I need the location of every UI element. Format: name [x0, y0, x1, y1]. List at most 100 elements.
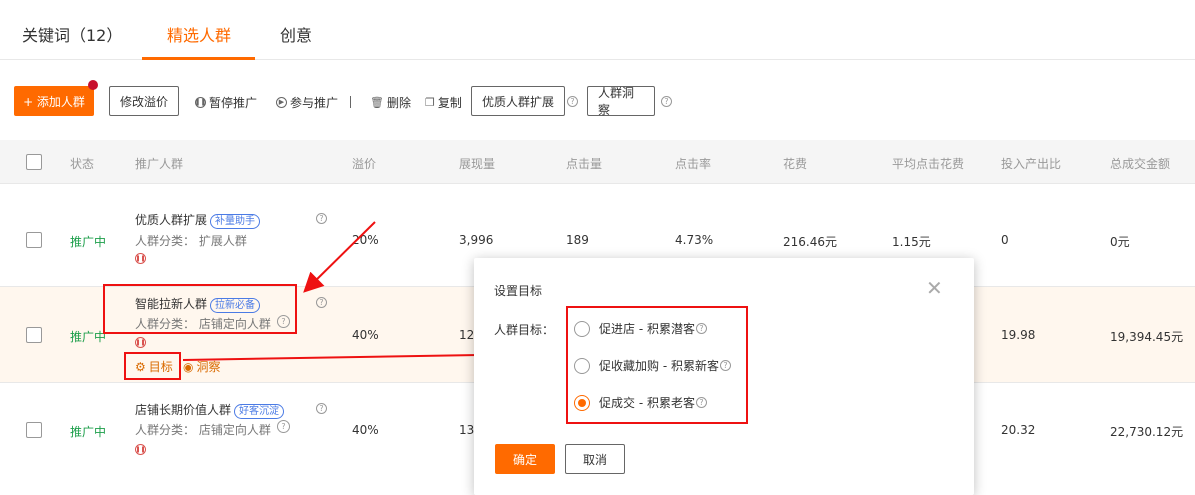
- radio-button-selected[interactable]: [574, 394, 590, 411]
- help-icon[interactable]: ?: [567, 96, 578, 107]
- join-button[interactable]: ▶ 参与推广: [276, 94, 338, 111]
- audience-insight-button[interactable]: 人群洞察: [587, 86, 655, 117]
- set-target-dialog: 设置目标 ✕ 人群目标： 促进店 - 积累潜客 ? 促收藏加购 - 积累新客 ?…: [474, 258, 974, 495]
- help-icon[interactable]: ?: [316, 213, 327, 224]
- delete-button[interactable]: 🗑 删除: [370, 94, 411, 111]
- target-link[interactable]: ⚙ 目标: [135, 358, 173, 375]
- toolbar-divider: [350, 96, 351, 108]
- tab-creative[interactable]: 创意: [280, 22, 312, 46]
- help-icon[interactable]: ?: [277, 420, 290, 433]
- insight-label: 洞察: [196, 360, 221, 374]
- modify-premium-button[interactable]: 修改溢价: [109, 86, 179, 116]
- help-icon[interactable]: ?: [695, 397, 707, 408]
- col-status: 状态: [70, 157, 95, 171]
- notification-dot: [88, 80, 98, 90]
- premium-value: 40%: [352, 328, 379, 342]
- roi-value: 0: [1001, 233, 1009, 247]
- insight-link[interactable]: ◉ 洞察: [183, 358, 221, 375]
- tab-bar: 关键词（12） 精选人群 创意: [0, 0, 1195, 60]
- play-icon: ▶: [276, 97, 287, 108]
- audience-tag: 拉新必备: [210, 298, 261, 313]
- cpc-value: 1.15元: [892, 235, 931, 249]
- radio-button[interactable]: [574, 357, 590, 374]
- option-label: 促成交 - 积累老客: [599, 396, 695, 410]
- status-badge: 推广中: [70, 235, 107, 249]
- help-icon[interactable]: ?: [277, 315, 290, 328]
- help-icon[interactable]: ?: [316, 297, 327, 308]
- tab-selected-audience[interactable]: 精选人群: [167, 22, 231, 46]
- cost-value: 216.46元: [783, 235, 837, 249]
- option-label: 促进店 - 积累潜客: [599, 322, 695, 336]
- tab-keywords[interactable]: 关键词（12）: [22, 22, 122, 46]
- gear-icon: ⚙: [135, 359, 146, 374]
- pause-icon[interactable]: ❚❚: [135, 444, 146, 455]
- table-header: 状态 推广人群 溢价 展现量 点击量 点击率 花费 平均点击花费 投入产出比 总…: [0, 140, 1195, 184]
- premium-value: 20%: [352, 233, 379, 247]
- trash-icon: 🗑: [370, 96, 384, 109]
- audience-name-cell: 优质人群扩展 补量助手: [135, 211, 261, 229]
- option-label: 促收藏加购 - 积累新客: [599, 359, 719, 373]
- cancel-button[interactable]: 取消: [565, 444, 625, 474]
- eye-icon: ◉: [183, 359, 194, 374]
- close-icon[interactable]: ✕: [926, 276, 943, 300]
- audience-name[interactable]: 店铺长期价值人群: [135, 403, 231, 417]
- status-badge: 推广中: [70, 330, 107, 344]
- audience-name[interactable]: 智能拉新人群: [135, 297, 207, 311]
- ctr-value: 4.73%: [675, 233, 714, 247]
- dialog-title: 设置目标: [494, 284, 543, 298]
- audience-category: 人群分类： 扩展人群: [135, 234, 247, 248]
- help-icon[interactable]: ?: [316, 403, 327, 414]
- target-option-favorite[interactable]: 促收藏加购 - 积累新客 ?: [574, 357, 731, 374]
- pause-icon: ❚❚: [194, 97, 207, 108]
- gmv-value: 19,394.45元: [1110, 330, 1184, 344]
- help-icon[interactable]: ?: [719, 360, 731, 371]
- impressions-value: 3,996: [459, 233, 494, 247]
- pause-icon[interactable]: ❚❚: [135, 337, 146, 348]
- col-premium: 溢价: [352, 157, 377, 171]
- help-icon[interactable]: ?: [661, 96, 672, 107]
- col-cpc: 平均点击花费: [892, 157, 965, 171]
- audience-name[interactable]: 优质人群扩展: [135, 213, 207, 227]
- copy-icon: ❐: [425, 96, 435, 109]
- target-option-store[interactable]: 促进店 - 积累潜客 ?: [574, 320, 707, 337]
- roi-value: 20.32: [1001, 423, 1036, 437]
- row-checkbox[interactable]: [26, 232, 42, 248]
- confirm-button[interactable]: 确定: [495, 444, 555, 474]
- quality-expand-button[interactable]: 优质人群扩展: [471, 86, 565, 116]
- delete-label: 删除: [386, 96, 411, 110]
- pause-icon[interactable]: ❚❚: [135, 253, 146, 264]
- col-clicks: 点击量: [566, 157, 603, 171]
- help-icon[interactable]: ?: [695, 323, 707, 334]
- add-audience-button[interactable]: + 添加人群: [14, 86, 94, 116]
- copy-button[interactable]: ❐ 复制: [425, 94, 462, 111]
- active-tab-indicator: [142, 57, 255, 60]
- audience-category: 人群分类： 店铺定向人群: [135, 317, 271, 331]
- clicks-value: 189: [566, 233, 589, 247]
- target-field-label: 人群目标：: [494, 323, 555, 337]
- radio-button[interactable]: [574, 320, 590, 337]
- target-label: 目标: [148, 360, 173, 374]
- col-cost: 花费: [783, 157, 808, 171]
- col-roi: 投入产出比: [1001, 157, 1062, 171]
- status-badge: 推广中: [70, 425, 107, 439]
- audience-category: 人群分类： 店铺定向人群: [135, 423, 271, 437]
- select-all-checkbox[interactable]: [26, 154, 42, 170]
- col-impressions: 展现量: [459, 157, 496, 171]
- target-option-purchase[interactable]: 促成交 - 积累老客 ?: [574, 394, 707, 411]
- pause-label: 暂停推广: [209, 96, 258, 110]
- col-ctr: 点击率: [675, 157, 712, 171]
- gmv-value: 0元: [1110, 235, 1130, 249]
- row-checkbox[interactable]: [26, 327, 42, 343]
- gmv-value: 22,730.12元: [1110, 425, 1184, 439]
- audience-tag: 好客沉淀: [234, 404, 285, 419]
- audience-tag: 补量助手: [210, 214, 261, 229]
- roi-value: 19.98: [1001, 328, 1036, 342]
- audience-name-cell: 智能拉新人群 拉新必备: [135, 295, 261, 313]
- join-label: 参与推广: [290, 96, 339, 110]
- pause-button[interactable]: ❚❚ 暂停推广: [195, 94, 257, 111]
- audience-name-cell: 店铺长期价值人群 好客沉淀: [135, 401, 285, 419]
- premium-value: 40%: [352, 423, 379, 437]
- col-gmv: 总成交金额: [1110, 157, 1171, 171]
- copy-label: 复制: [437, 96, 462, 110]
- row-checkbox[interactable]: [26, 422, 42, 438]
